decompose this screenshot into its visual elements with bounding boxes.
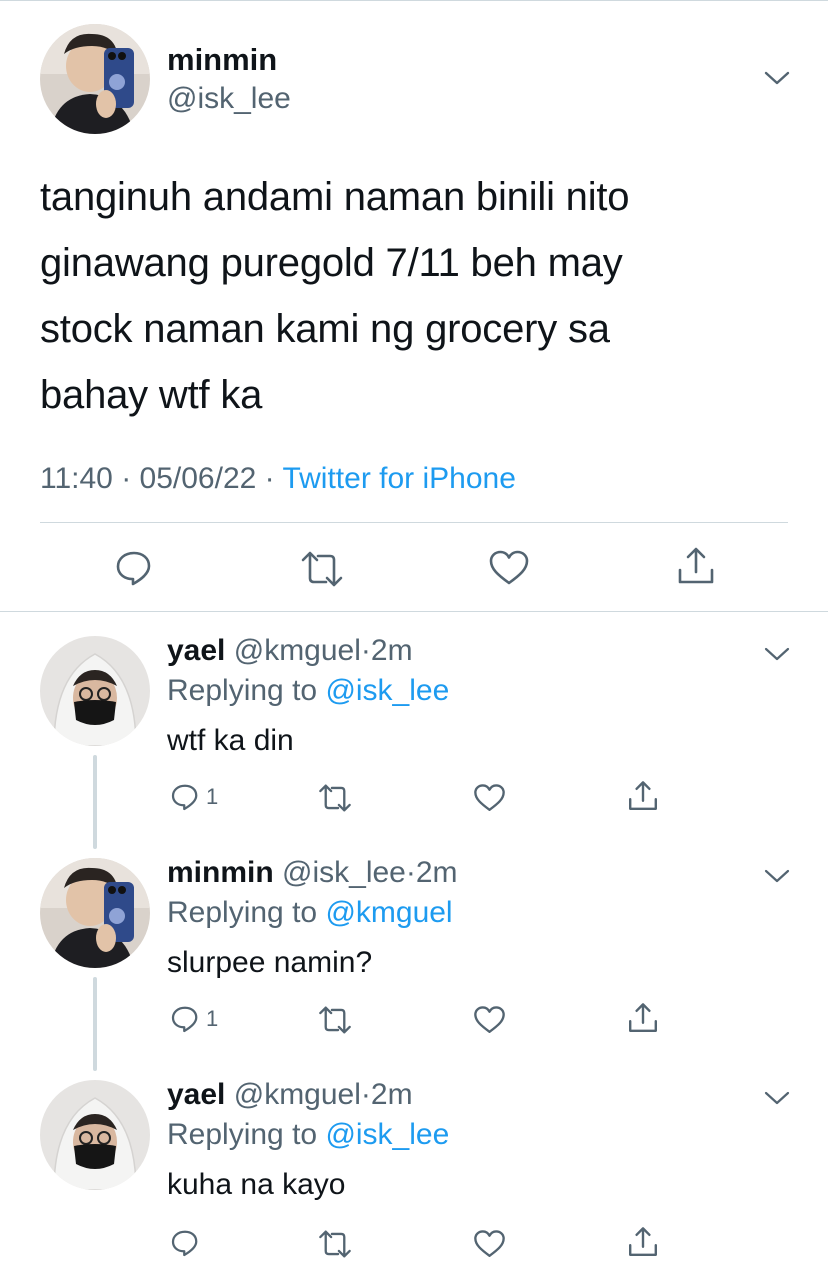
retweet-icon [319,1230,351,1258]
tweet-time: 11:40 [40,462,113,495]
retweet-icon [301,551,343,587]
divider [40,522,788,523]
reply-text: wtf ka din [167,724,294,757]
tweet-age: 2m [370,634,413,667]
meta-separator: · [405,856,416,889]
share-icon [629,1227,657,1256]
share-icon [629,1003,657,1032]
avatar[interactable] [40,24,150,134]
share-icon [678,547,714,584]
retweet-button[interactable] [318,1005,352,1035]
meta-separator: · [121,462,132,495]
retweet-button[interactable] [300,550,344,588]
heart-icon [489,550,529,585]
retweet-button[interactable] [318,783,352,813]
heart-icon [474,784,505,811]
reply-header: minmin @isk_lee·2m [167,856,458,890]
username[interactable]: @kmguel [234,1078,361,1111]
replying-label: Replying to [167,1118,326,1151]
meta-separator: · [360,634,371,667]
reply-button[interactable] [170,1228,206,1258]
heart-icon [474,1006,505,1033]
chevron-down-icon[interactable] [764,1090,790,1106]
display-name[interactable]: yael [167,1078,225,1111]
main-tweet: minmin @isk_lee tanginuh andami naman bi… [0,0,828,612]
avatar[interactable] [40,1080,150,1190]
reply-tweet[interactable]: minmin @isk_lee·2m Replying to @kmguel s… [0,856,828,1056]
reply-count: 1 [206,1006,219,1031]
like-button[interactable] [473,783,506,813]
meta-separator: · [360,1078,371,1111]
share-button[interactable] [627,1002,659,1034]
chevron-down-icon[interactable] [764,868,790,884]
reply-header: yael @kmguel·2m [167,634,413,668]
mention-link[interactable]: @isk_lee [325,674,449,707]
reply-text: slurpee namin? [167,946,373,979]
replying-label: Replying to [167,674,326,707]
reply-tweet[interactable]: yael @kmguel·2m Replying to @isk_lee wtf… [0,634,828,834]
reply-icon [171,1006,198,1033]
tweet-date: 05/06/22 [139,462,257,495]
retweet-button[interactable] [318,1229,352,1259]
heart-icon [474,1230,505,1257]
share-icon [629,781,657,810]
retweet-icon [319,784,351,812]
tweet-age: 2m [415,856,458,889]
like-button[interactable] [473,1005,506,1035]
replying-to: Replying to @isk_lee [167,674,449,708]
replying-to: Replying to @isk_lee [167,1118,449,1152]
username[interactable]: @kmguel [234,634,361,667]
like-button[interactable] [488,549,530,587]
mention-link[interactable]: @kmguel [325,896,452,929]
avatar[interactable] [40,636,150,746]
mention-link[interactable]: @isk_lee [325,1118,449,1151]
tweet-meta: 11:40 · 05/06/22 · Twitter for iPhone [40,462,516,496]
reply-button[interactable]: 1 [170,782,218,812]
tweet-text: tanginuh andami naman binili nito ginawa… [40,175,630,417]
share-button[interactable] [676,546,716,586]
divider [0,611,828,612]
chevron-down-icon[interactable] [764,646,790,662]
display-name[interactable]: minmin [167,856,274,889]
reply-icon [171,784,198,811]
chevron-down-icon[interactable] [764,70,790,86]
tweet-source-link[interactable]: Twitter for iPhone [282,462,515,495]
retweet-icon [319,1006,351,1034]
replying-to: Replying to @kmguel [167,896,453,930]
reply-text: kuha na kayo [167,1168,346,1201]
reply-header: yael @kmguel·2m [167,1078,413,1112]
share-button[interactable] [627,780,659,812]
avatar[interactable] [40,858,150,968]
display-name[interactable]: minmin [167,42,277,78]
reply-count: 1 [206,784,219,809]
reply-icon [116,551,151,586]
replying-label: Replying to [167,896,326,929]
share-button[interactable] [627,1226,659,1258]
like-button[interactable] [473,1229,506,1259]
reply-button[interactable]: 1 [170,1004,218,1034]
tweet-age: 2m [370,1078,413,1111]
username[interactable]: @isk_lee [282,856,406,889]
username[interactable]: @isk_lee [167,82,291,116]
reply-button[interactable] [114,548,154,588]
meta-separator: · [264,462,275,495]
reply-tweet[interactable]: yael @kmguel·2m Replying to @isk_lee kuh… [0,1078,828,1273]
reply-icon [171,1230,198,1257]
display-name[interactable]: yael [167,634,225,667]
